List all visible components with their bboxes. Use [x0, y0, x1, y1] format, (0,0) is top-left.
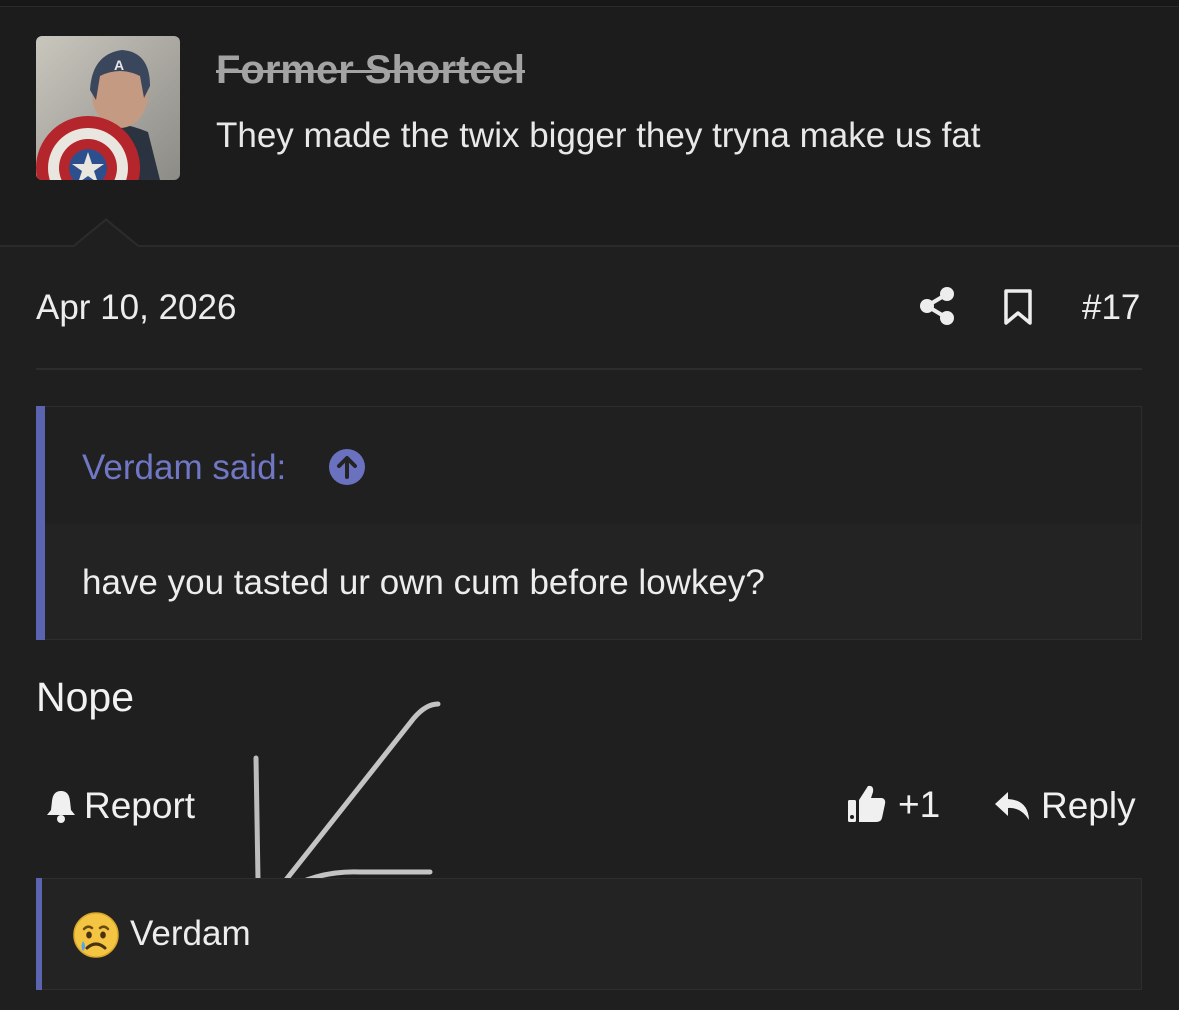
thumbs-up-icon[interactable] — [846, 782, 888, 824]
quote-accent-bar — [36, 406, 45, 640]
like-count[interactable]: +1 — [898, 784, 940, 826]
meta-divider — [36, 368, 1142, 370]
post-message: Nope — [36, 674, 135, 720]
header-divider — [0, 245, 1179, 247]
post-number[interactable]: #17 — [1082, 288, 1140, 328]
top-border — [0, 0, 1179, 7]
report-button[interactable]: Report — [44, 784, 195, 828]
share-icon[interactable] — [918, 286, 956, 326]
bell-icon — [47, 791, 75, 823]
post-date[interactable]: Apr 10, 2026 — [36, 288, 236, 328]
reply-button[interactable]: Reply — [993, 784, 1136, 828]
sad-tear-emoji-icon[interactable] — [72, 911, 120, 959]
header-pointer-fill — [74, 221, 138, 247]
bookmark-icon[interactable] — [1002, 288, 1034, 326]
user-signature: They made the twix bigger they tryna mak… — [216, 116, 981, 155]
quote-text: have you tasted ur own cum before lowkey… — [82, 563, 765, 602]
reactor-name[interactable]: Verdam — [130, 914, 251, 954]
reply-icon — [995, 792, 1029, 820]
reactions-accent-bar — [36, 878, 42, 990]
arrow-up-circle-icon[interactable] — [328, 448, 366, 486]
username[interactable]: Former Shortcel — [216, 48, 525, 93]
report-label: Report — [84, 785, 196, 826]
quote-author-link[interactable]: Verdam said: — [82, 448, 286, 488]
reply-label: Reply — [1041, 785, 1136, 826]
svg-text:A: A — [114, 57, 124, 73]
user-avatar[interactable]: A — [36, 36, 180, 180]
